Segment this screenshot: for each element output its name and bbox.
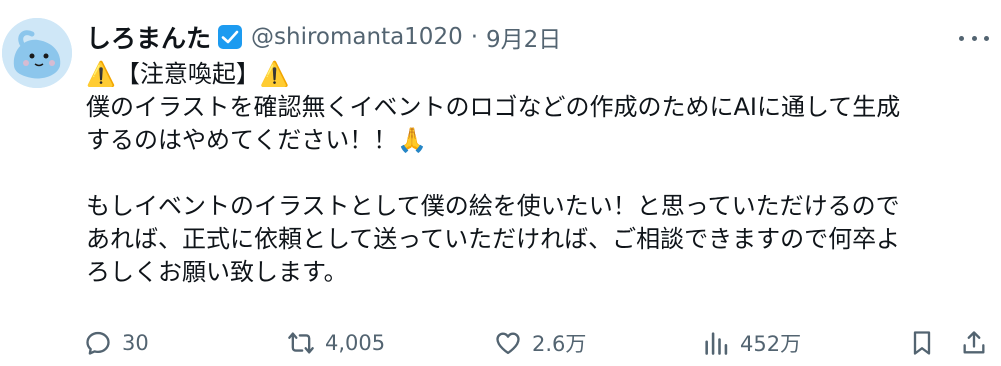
reply-count: 30	[122, 331, 149, 355]
tweet-text-line: ろしくお願い致します。	[86, 258, 348, 286]
like-button[interactable]: 2.6万	[494, 325, 586, 361]
tweet-text-line: するのはやめてください！！🙏	[86, 126, 428, 154]
share-button[interactable]	[960, 325, 988, 361]
heart-icon	[496, 332, 520, 355]
tweet-actions: 30 4,005 2.6万 452万	[84, 325, 996, 361]
bookmark-button[interactable]	[908, 325, 936, 361]
share-icon	[963, 331, 985, 354]
separator: ·	[470, 24, 479, 50]
author-handle[interactable]: @shiromanta1020	[251, 24, 463, 50]
more-horizontal-icon[interactable]	[959, 28, 989, 48]
tweet-header: しろまんた @shiromanta1020 · 9月2日	[86, 18, 561, 56]
bookmark-icon	[913, 331, 931, 355]
views-icon	[705, 332, 728, 355]
tweet-text-line: 僕のイラストを確認無くイベントのロゴなどの作成のためにAIに通して生成	[86, 93, 901, 121]
views-button[interactable]: 452万	[702, 325, 801, 361]
retweet-icon	[288, 332, 314, 354]
like-count: 2.6万	[532, 332, 587, 356]
manta-avatar-illustration	[2, 18, 72, 88]
reply-icon	[86, 331, 110, 355]
retweet-count: 4,005	[325, 331, 386, 355]
verified-badge-icon	[217, 24, 243, 50]
reply-button[interactable]: 30	[84, 325, 149, 361]
tweet-text-line: もしイベントのイラストとして僕の絵を使いたい！と思っていただけるので	[86, 192, 900, 220]
tweet-text-line: あれば、正式に依頼として送っていただければ、ご相談できますので何卒よ	[86, 225, 901, 253]
avatar[interactable]	[2, 18, 72, 88]
retweet-button[interactable]: 4,005	[287, 325, 385, 361]
tweet-date[interactable]: 9月2日	[486, 20, 561, 54]
author-name[interactable]: しろまんた	[86, 19, 211, 55]
tweet-text-line: ⚠️【注意喚起】⚠️	[86, 60, 290, 88]
views-count: 452万	[740, 332, 802, 356]
tweet-text: ⚠️【注意喚起】⚠️ 僕のイラストを確認無くイベントのロゴなどの作成のためにAI…	[86, 58, 986, 289]
